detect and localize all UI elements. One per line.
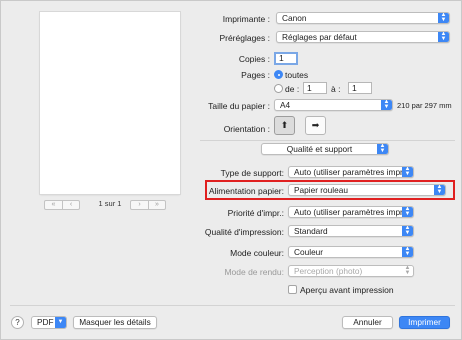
paper-size-select[interactable]: A4 ▲ ▼ (274, 99, 393, 111)
rendering-select: Perception (photo) ▲ ▼ (288, 265, 414, 277)
help-button[interactable]: ? (11, 316, 24, 329)
media-type-select[interactable]: Auto (utiliser paramètres impr.) ▲ ▼ (288, 166, 414, 178)
paper-source-label: Alimentation papier: (208, 186, 284, 196)
printer-value: Canon (282, 13, 307, 23)
print-quality-value: Standard (294, 226, 328, 236)
page-preview (40, 12, 180, 194)
portrait-orientation-icon: ⬆︎ (280, 120, 289, 130)
print-quality-label: Qualité d'impression: (204, 227, 284, 237)
separator (200, 140, 455, 141)
printer-label: Imprimante : (222, 14, 270, 24)
last-page-button[interactable]: » (148, 201, 165, 209)
pages-from-label: de : (285, 84, 300, 94)
chevron-down-icon: ▼ (55, 317, 66, 328)
paper-size-value: A4 (280, 100, 291, 110)
updown-arrows-icon: ▲ ▼ (381, 100, 392, 110)
updown-arrows-icon: ▲ ▼ (377, 144, 388, 154)
paper-source-value: Papier rouleau (294, 185, 348, 195)
color-mode-label: Mode couleur: (230, 248, 284, 258)
preview-nav-forward-group: › » (130, 200, 166, 210)
landscape-orientation-icon: ➡︎ (311, 120, 320, 130)
portrait-button[interactable]: ⬆︎ (274, 116, 295, 135)
pdf-menu-button[interactable]: PDF ▼ (31, 316, 67, 329)
paper-size-dimensions: 210 par 297 mm (397, 101, 452, 110)
color-mode-select[interactable]: Couleur ▲ ▼ (288, 246, 414, 258)
presets-value: Réglages par défaut (282, 32, 357, 42)
presets-label: Préréglages : (219, 33, 270, 43)
preview-nav-back-group: « ‹ (44, 200, 80, 210)
section-value: Qualité et support (286, 144, 353, 154)
section-select[interactable]: Qualité et support ▲ ▼ (261, 143, 389, 155)
pages-to-field[interactable]: 1 (348, 82, 372, 94)
color-mode-value: Couleur (294, 247, 324, 257)
landscape-button[interactable]: ➡︎ (305, 116, 326, 135)
preview-checkbox-label: Aperçu avant impression (300, 285, 394, 295)
print-button[interactable]: Imprimer (399, 316, 450, 329)
updown-arrows-icon: ▲ ▼ (402, 226, 413, 236)
page-count-label: 1 sur 1 (98, 199, 122, 208)
media-type-label: Type de support: (220, 168, 284, 178)
printer-select[interactable]: Canon ▲ ▼ (276, 12, 450, 24)
paper-size-label: Taille du papier : (208, 101, 270, 111)
previous-page-button[interactable]: ‹ (62, 201, 79, 209)
rendering-value: Perception (photo) (294, 266, 363, 276)
pages-to-label: à : (331, 84, 341, 94)
copies-field[interactable]: 1 (274, 52, 298, 65)
hide-details-button[interactable]: Masquer les détails (73, 316, 157, 329)
updown-arrows-icon: ▲ ▼ (402, 247, 413, 257)
print-priority-select[interactable]: Auto (utiliser paramètres impr.) ▲ ▼ (288, 206, 414, 218)
rendering-label: Mode de rendu: (224, 267, 284, 277)
updown-arrows-icon: ▲ ▼ (438, 32, 449, 42)
footer-separator (10, 305, 455, 306)
cancel-button[interactable]: Annuler (342, 316, 393, 329)
updown-arrows-icon: ▲ ▼ (402, 207, 413, 217)
copies-label: Copies : (238, 54, 270, 64)
print-quality-select[interactable]: Standard ▲ ▼ (288, 225, 414, 237)
first-page-button[interactable]: « (45, 201, 62, 209)
updown-arrows-icon: ▲ ▼ (402, 167, 413, 177)
print-priority-value: Auto (utiliser paramètres impr.) (294, 207, 408, 217)
pages-range-radio[interactable] (274, 84, 283, 93)
presets-select[interactable]: Réglages par défaut ▲ ▼ (276, 31, 450, 43)
orientation-label: Orientation : (223, 124, 270, 134)
paper-source-select[interactable]: Papier rouleau ▲ ▼ (288, 184, 446, 196)
media-type-value: Auto (utiliser paramètres impr.) (294, 167, 408, 177)
updown-arrows-icon: ▲ ▼ (438, 13, 449, 23)
pages-all-radio[interactable] (274, 70, 283, 79)
pdf-label: PDF (37, 317, 54, 327)
pages-from-field[interactable]: 1 (303, 82, 327, 94)
preview-checkbox[interactable] (288, 285, 297, 294)
pages-label: Pages : (241, 70, 270, 80)
updown-arrows-icon: ▲ ▼ (434, 185, 445, 195)
print-priority-label: Priorité d'impr.: (227, 208, 284, 218)
updown-arrows-icon: ▲ ▼ (402, 266, 413, 276)
next-page-button[interactable]: › (131, 201, 148, 209)
pages-all-label: toutes (285, 70, 309, 80)
